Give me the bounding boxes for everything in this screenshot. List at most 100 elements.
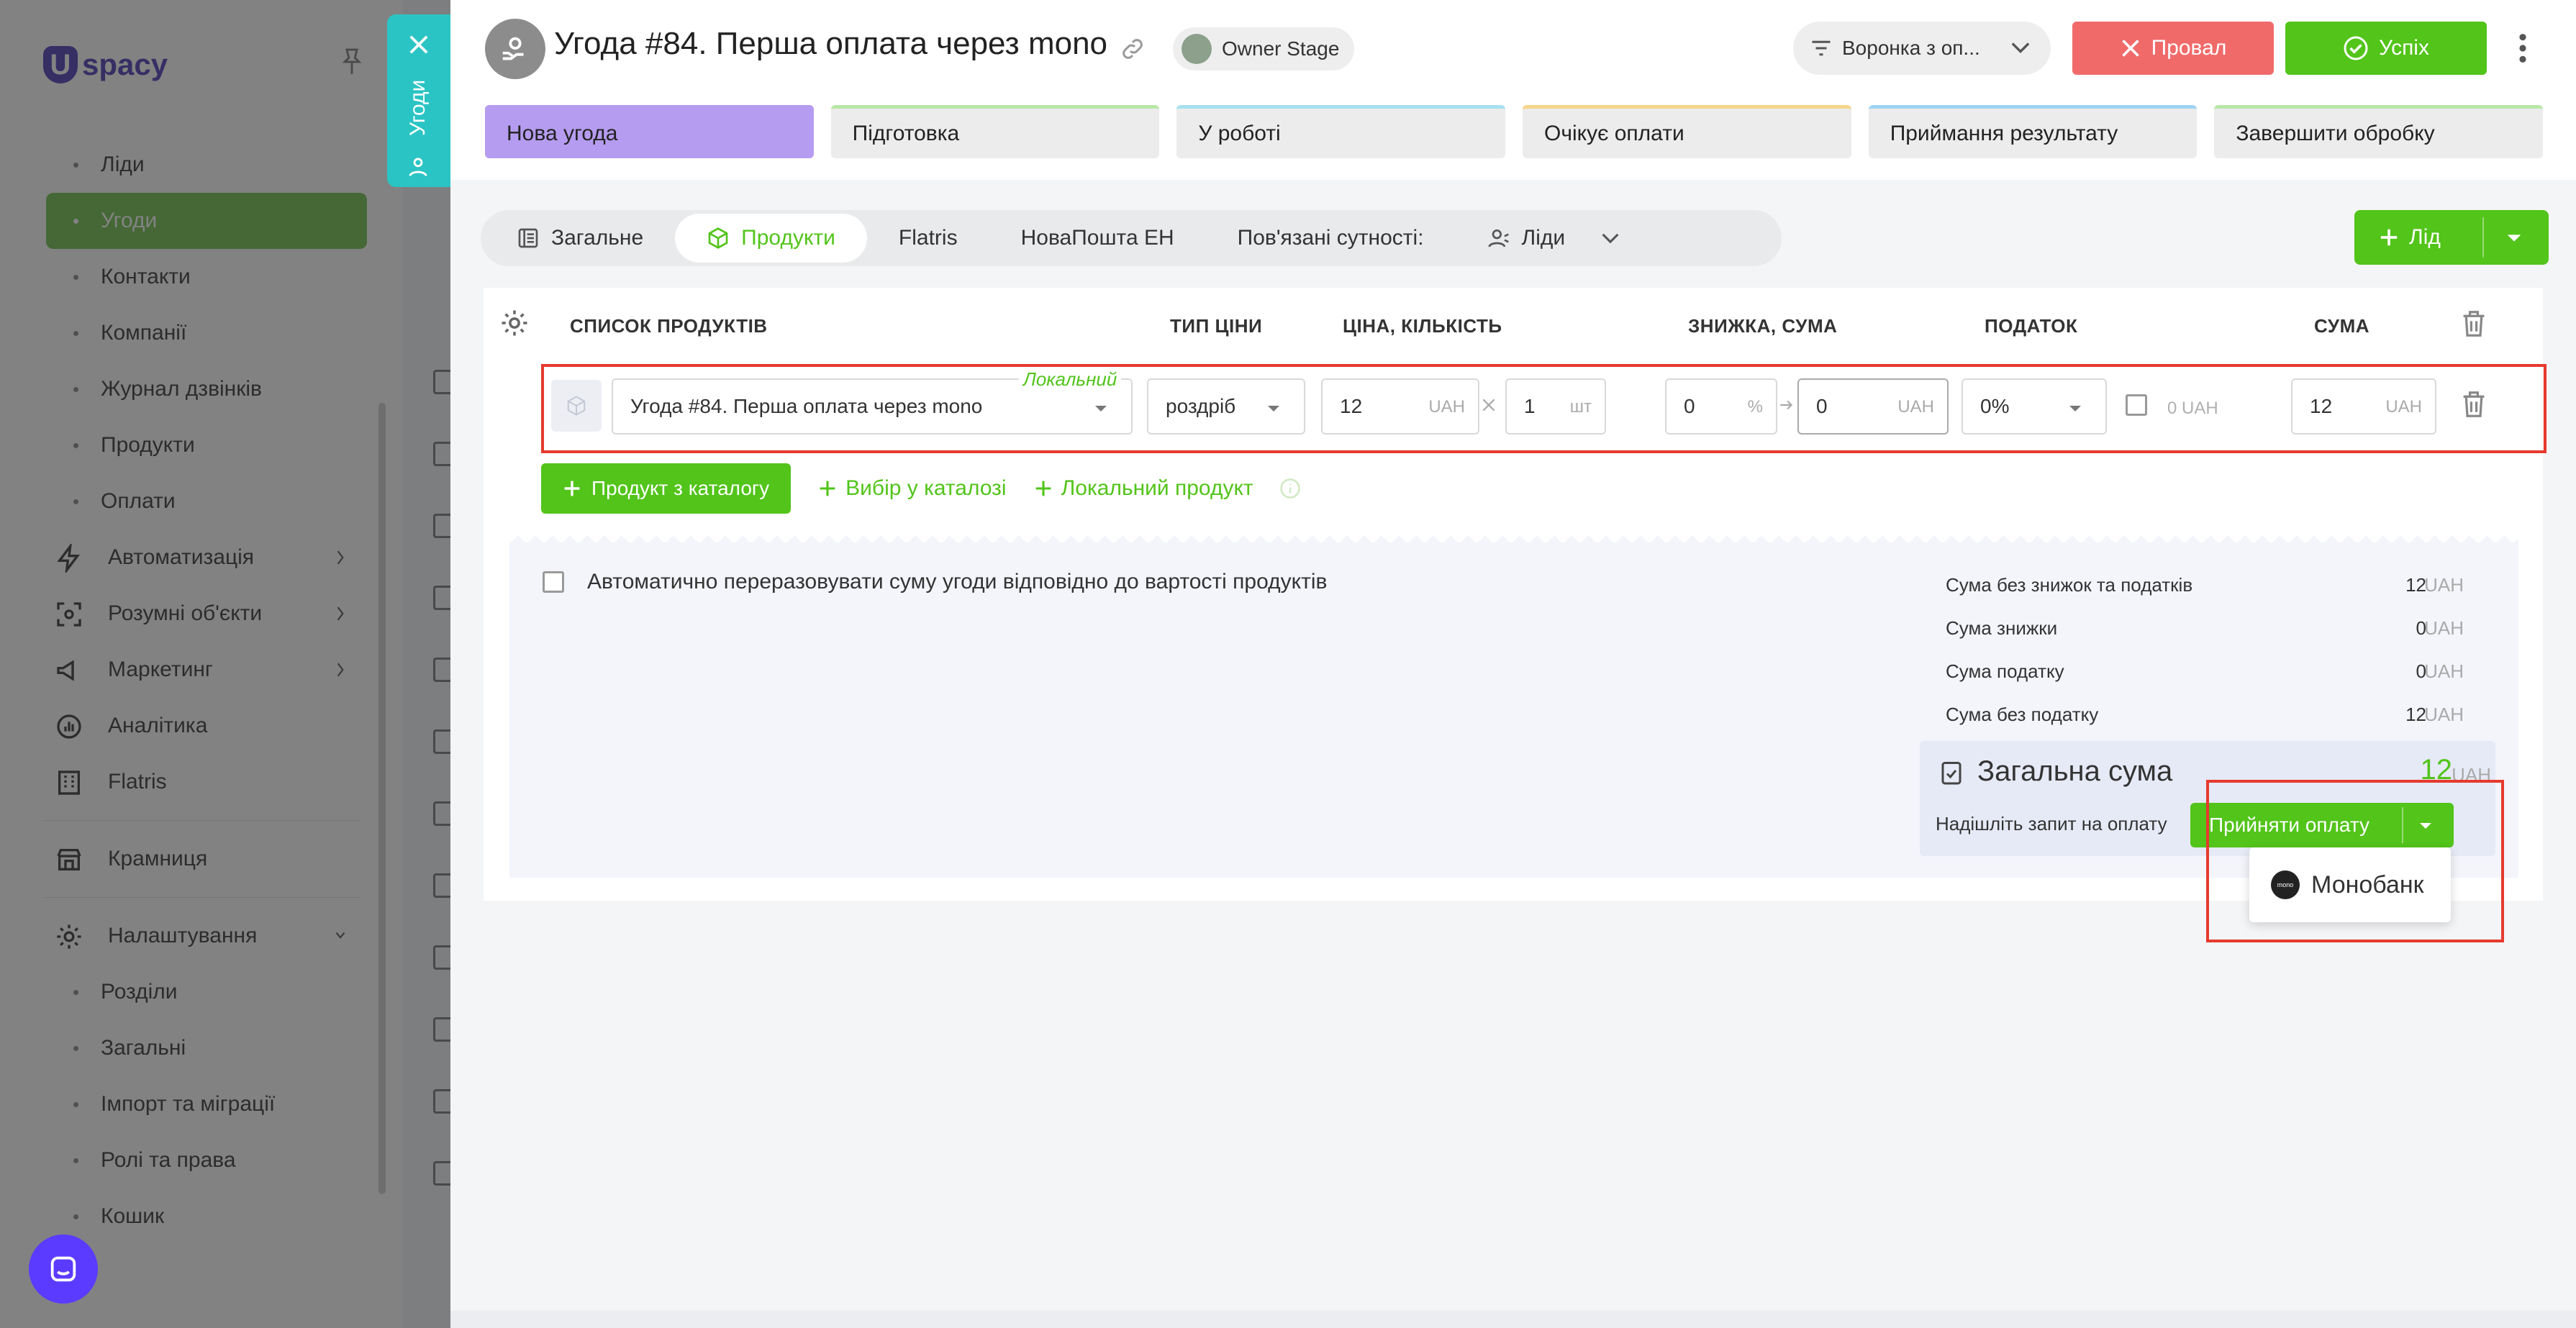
plus-icon	[820, 481, 835, 496]
summary-label: Сума знижки	[1946, 617, 2058, 639]
header-price-type: ТИП ЦІНИ	[1170, 315, 1263, 337]
info-icon[interactable]	[1279, 478, 1301, 499]
tab-label: Загальне	[551, 226, 644, 250]
check-circle-icon	[2344, 36, 2368, 60]
tab-label: Продукти	[741, 226, 835, 250]
monobank-label: Монобанк	[2311, 870, 2424, 899]
quantity-input[interactable]: 1 шт	[1505, 378, 1606, 435]
chat-icon	[50, 1256, 76, 1282]
summary-label: Сума без податку	[1946, 704, 2099, 725]
trash-icon[interactable]	[2461, 309, 2487, 338]
quantity-value: 1	[1524, 395, 1536, 417]
accept-payment-button[interactable]: Прийняти оплату	[2190, 803, 2454, 847]
stage-3[interactable]: Очікує оплати	[1523, 105, 1851, 158]
discount-percent-unit: %	[1747, 397, 1763, 417]
discount-percent-input[interactable]: 0 %	[1665, 378, 1777, 435]
price-type-select[interactable]: роздріб	[1147, 378, 1305, 435]
summary-currency: UAH	[2424, 660, 2464, 682]
funnel-label: Воронка з оп...	[1842, 37, 1980, 59]
tab-4: Пов'язані сутності:	[1206, 214, 1456, 263]
tab-1[interactable]: Продукти	[675, 214, 867, 263]
tab-2[interactable]: Flatris	[867, 214, 989, 263]
tab-3[interactable]: НоваПошта ЕН	[989, 214, 1206, 263]
sum-input[interactable]: 12 UAH	[2291, 378, 2436, 435]
summary-label: Сума податку	[1946, 660, 2064, 682]
owner-name: Owner Stage	[1222, 37, 1340, 60]
summary-label: Сума без знижок та податків	[1946, 574, 2193, 596]
plus-icon	[2380, 229, 2398, 246]
sum-unit: UAH	[2385, 397, 2422, 417]
deal-hand-icon	[502, 37, 524, 60]
local-label: Локальний продукт	[1061, 476, 1253, 500]
total-label: Загальна сума	[1977, 755, 2173, 787]
stage-bar: Нова угода Підготовка У роботі Очікує оплат…	[485, 105, 2544, 158]
gear-icon[interactable]	[499, 308, 530, 338]
tab-label: Пов'язані сутності:	[1237, 226, 1424, 250]
trash-icon[interactable]	[2461, 390, 2487, 419]
discount-amount-input[interactable]: 0 UAH	[1797, 378, 1949, 435]
funnel-select[interactable]: Воронка з оп...	[1793, 22, 2051, 75]
products-table-header: СПИСОК ПРОДУКТІВ ТИП ЦІНИ ЦІНА, КІЛЬКІСТ…	[484, 288, 2543, 361]
discount-percent-value: 0	[1684, 395, 1695, 417]
tab-label: Flatris	[898, 226, 958, 250]
caret-down-icon[interactable]	[2418, 822, 2434, 830]
success-button[interactable]: Успіх	[2285, 22, 2487, 75]
stage-0[interactable]: Нова угода	[485, 105, 814, 158]
arrow-right-icon	[1780, 400, 1793, 410]
add-lead-button[interactable]: Лід	[2354, 210, 2549, 265]
chevron-down-icon	[2011, 42, 2030, 53]
deal-drawer: Угода #84. Перша оплата через mono Owner…	[450, 0, 2576, 1328]
plus-icon	[1035, 481, 1051, 496]
multiply-icon	[1482, 399, 1495, 411]
tab-0[interactable]: Загальне	[485, 214, 675, 263]
dim-overlay[interactable]	[0, 0, 450, 1328]
deal-tabs: Загальне Продукти Flatris НоваПошта ЕН Пов'я…	[481, 210, 1782, 266]
stage-1[interactable]: Підготовка	[830, 105, 1160, 158]
fail-label: Провал	[2151, 36, 2227, 60]
chat-button[interactable]	[29, 1234, 98, 1304]
choose-in-catalog-link[interactable]: Вибір у каталозі	[818, 476, 1007, 501]
total-currency: UAH	[2452, 764, 2491, 786]
tab-label: Ліди	[1521, 226, 1566, 250]
price-input[interactable]: 12 UAH	[1321, 378, 1479, 435]
header-discount: ЗНИЖКА, СУМА	[1688, 315, 1838, 337]
success-label: Успіх	[2379, 36, 2429, 60]
fail-button[interactable]: Провал	[2072, 22, 2274, 75]
total-value: 12	[2420, 754, 2453, 786]
local-product-link[interactable]: Локальний продукт	[1034, 476, 1253, 501]
summary-panel: Автоматично переразовувати суму угоди ві…	[509, 535, 2518, 878]
tax-included-checkbox[interactable]	[2126, 394, 2147, 416]
header-tax: ПОДАТОК	[1985, 315, 2078, 337]
header-product-list: СПИСОК ПРОДУКТІВ	[570, 315, 768, 337]
stage-5[interactable]: Завершити обробку	[2214, 105, 2544, 158]
payment-provider-menu-item[interactable]: mono Монобанк	[2249, 847, 2451, 922]
clipboard-check-icon	[1941, 762, 1962, 785]
owner-avatar	[1182, 34, 1212, 64]
deal-avatar	[485, 19, 545, 79]
auto-recalc-checkbox[interactable]	[543, 571, 564, 593]
add-from-catalog-button[interactable]: Продукт з каталогу	[541, 463, 792, 514]
deals-side-tab[interactable]: Угоди	[387, 14, 450, 187]
stage-2[interactable]: У роботі	[1176, 105, 1506, 158]
tab-5[interactable]: Ліди	[1456, 214, 1597, 263]
summary-lines: Сума без знижок та податків 12 UAH Сума зни…	[1946, 564, 2464, 737]
owner-chip[interactable]: Owner Stage	[1173, 27, 1354, 71]
chevron-down-icon[interactable]	[1601, 232, 1620, 244]
price-unit: UAH	[1428, 397, 1465, 417]
caret-down-icon[interactable]	[2505, 233, 2523, 243]
stage-4[interactable]: Приймання результату	[1868, 105, 2198, 158]
button-divider	[2402, 807, 2403, 843]
more-vertical-icon[interactable]	[2516, 32, 2530, 65]
link-icon[interactable]	[1120, 36, 1146, 62]
close-icon[interactable]	[407, 33, 430, 56]
summary-line: Сума без податку 12 UAH	[1946, 693, 2464, 737]
discount-amount-unit: UAH	[1897, 397, 1934, 417]
price-type-value: роздріб	[1166, 395, 1236, 417]
summary-currency: UAH	[2424, 617, 2464, 639]
summary-currency: UAH	[2424, 574, 2464, 596]
accept-payment-label: Прийняти оплату	[2209, 814, 2370, 836]
summary-line: Сума знижки 0 UAH	[1946, 607, 2464, 650]
summary-value: 12	[2405, 704, 2426, 725]
summary-line: Сума податку 0 UAH	[1946, 650, 2464, 693]
tax-select[interactable]: 0%	[1962, 378, 2107, 435]
